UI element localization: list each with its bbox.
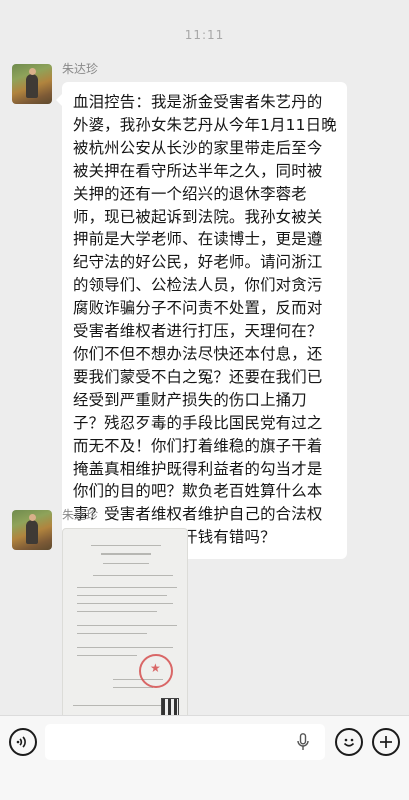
avatar[interactable] — [12, 510, 52, 550]
avatar[interactable] — [12, 64, 52, 104]
message-bubble[interactable]: 血泪控告：我是浙金受害者朱艺丹的外婆，我孙女朱艺丹从今年1月11日晚被杭州公安从… — [56, 82, 347, 560]
microphone-icon[interactable] — [297, 733, 309, 751]
plus-icon[interactable] — [372, 728, 400, 756]
emoji-icon[interactable] — [335, 728, 363, 756]
timestamp: 11:11 — [184, 28, 225, 42]
document-photo[interactable] — [62, 528, 188, 715]
voice-icon[interactable] — [9, 728, 37, 756]
sender-name: 朱达珍 — [62, 508, 99, 522]
sender-name: 朱达珍 — [62, 62, 99, 76]
chat-area[interactable]: 11:11 朱达珍 血泪控告：我是浙金受害者朱艺丹的外婆，我孙女朱艺丹从今年1月… — [0, 0, 409, 715]
qr-code-icon — [161, 698, 179, 715]
message-input[interactable] — [45, 724, 325, 760]
input-bar — [0, 715, 409, 800]
red-seal-icon — [139, 654, 173, 688]
